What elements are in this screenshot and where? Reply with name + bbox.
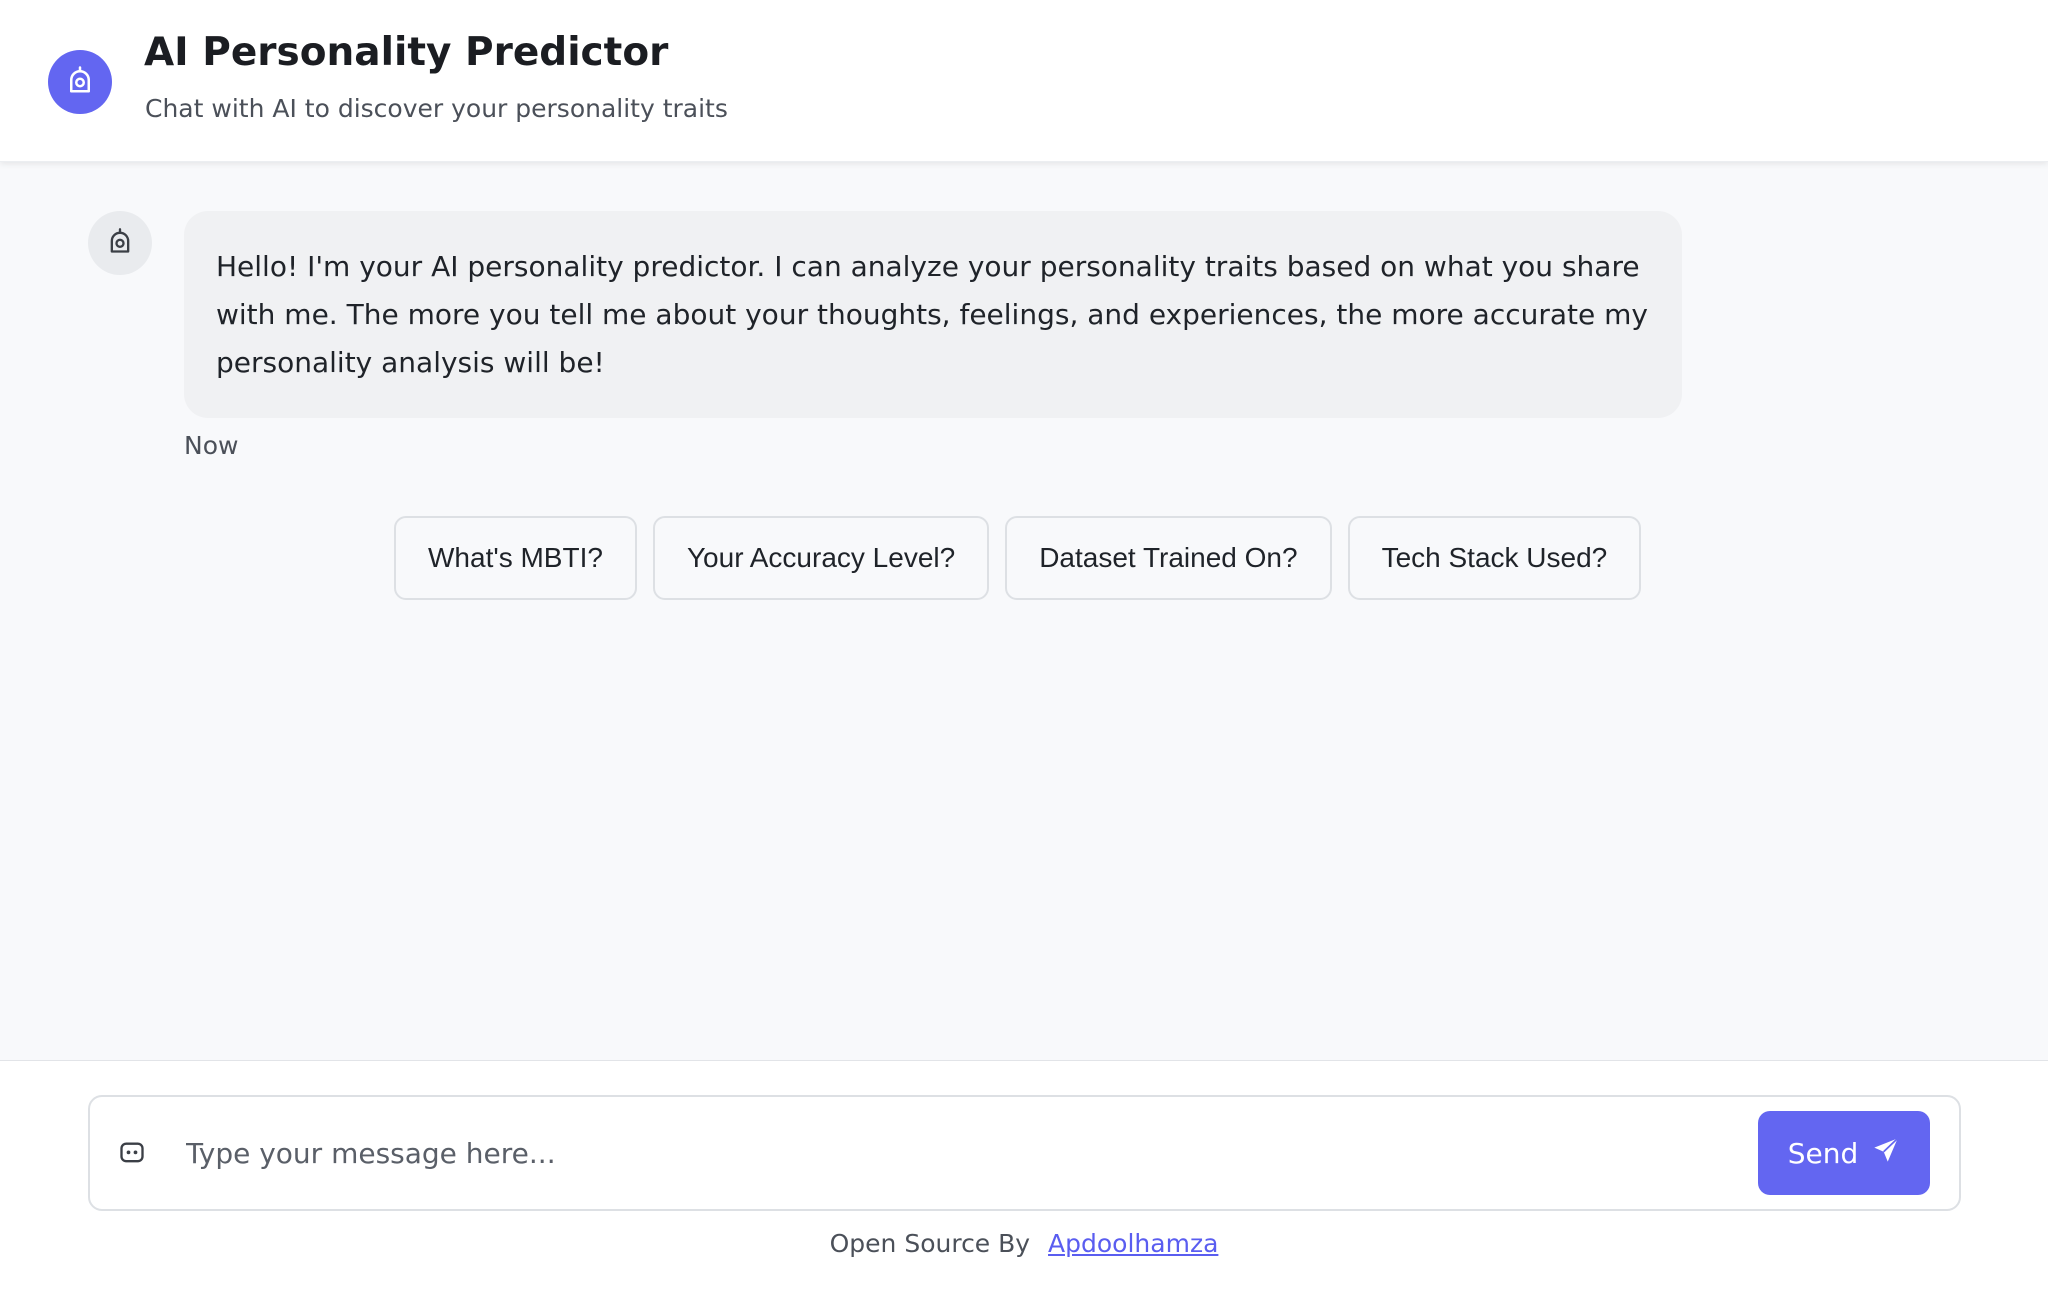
app-subtitle: Chat with AI to discover your personalit… — [145, 94, 728, 123]
suggestion-chips: What's MBTI? Your Accuracy Level? Datase… — [394, 516, 1642, 600]
suggestion-accuracy-button[interactable]: Your Accuracy Level? — [652, 516, 990, 600]
send-label: Send — [1787, 1136, 1859, 1170]
send-icon — [1872, 1136, 1900, 1171]
author-link[interactable]: Apdoolhamza — [1048, 1229, 1218, 1258]
app-title: AI Personality Predictor — [144, 30, 669, 75]
footer-credit: Open Source By Apdoolhamza — [0, 1229, 2048, 1258]
chat-area: Hello! I'm your AI personality predictor… — [0, 163, 2048, 1060]
suggestion-dataset-button[interactable]: Dataset Trained On? — [1005, 516, 1332, 600]
message-composer: Send — [88, 1095, 1961, 1211]
suggestion-tech-stack-button[interactable]: Tech Stack Used? — [1347, 516, 1642, 600]
app-header: AI Personality Predictor Chat with AI to… — [0, 0, 2048, 162]
bot-message-bubble: Hello! I'm your AI personality predictor… — [184, 211, 1682, 418]
message-input[interactable] — [186, 1119, 1826, 1187]
credit-prefix: Open Source By — [829, 1229, 1031, 1258]
message-timestamp: Now — [184, 431, 239, 460]
chat-bubble-icon — [116, 1137, 148, 1169]
composer-footer: Send Open Source By Apdoolhamza — [0, 1060, 2048, 1300]
app-logo — [48, 50, 112, 114]
robot-icon — [65, 65, 95, 99]
robot-icon — [106, 227, 134, 259]
send-button[interactable]: Send — [1758, 1111, 1930, 1195]
bot-avatar — [88, 211, 152, 275]
suggestion-mbti-button[interactable]: What's MBTI? — [394, 516, 637, 600]
